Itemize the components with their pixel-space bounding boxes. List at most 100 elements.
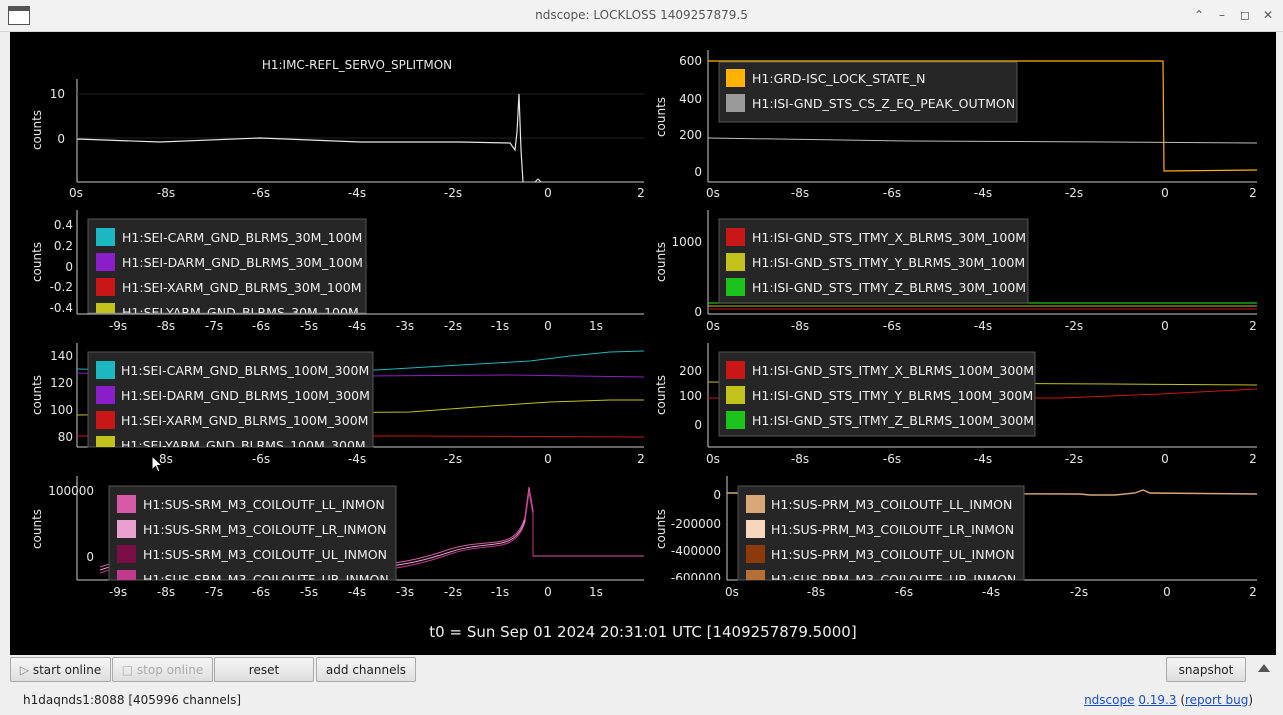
x-tick-label: -8s [807, 585, 825, 599]
x-tick-label: 0 [1161, 186, 1169, 200]
y-tick-label: 600 [679, 54, 702, 68]
legend-swatch [726, 69, 745, 87]
plot-imc-refl[interactable]: H1:IMC-REFL_SERVO_SPLITMON counts 10 0 0… [30, 58, 645, 200]
x-tick-label: -5s [300, 319, 318, 333]
maximize-icon[interactable]: ◻ [1236, 6, 1254, 24]
y-tick-label: -0.2 [50, 280, 73, 294]
x-tick-label: -2s [1065, 452, 1083, 466]
legend-label: H1:SUS-SRM_M3_COILOUTF_UL_INMON [143, 547, 387, 562]
x-tick-label: 0 [1161, 319, 1169, 333]
y-axis-label: counts [654, 97, 668, 137]
y-tick-label: 200 [679, 128, 702, 142]
x-tick-label: -2s [1065, 319, 1083, 333]
legend-swatch [746, 545, 765, 563]
stop-online-button[interactable]: □ stop online [112, 657, 213, 682]
x-tick-label: -8s [157, 585, 175, 599]
legend-swatch [96, 361, 115, 379]
x-tick-label: -9s [109, 585, 127, 599]
legend-swatch [117, 495, 136, 513]
y-tick-label: 0.4 [54, 218, 73, 232]
x-tick-label: -9s [109, 319, 127, 333]
reset-button[interactable]: reset [214, 657, 314, 682]
y-tick-label: 0 [694, 165, 702, 179]
x-tick-label: -6s [252, 452, 270, 466]
y-axis-label: counts [30, 242, 44, 282]
legend-swatch [726, 253, 745, 271]
plot-prm-coils[interactable]: counts 0 -200000 -400000 -600000 0s -8s … [654, 476, 1258, 599]
legend-swatch [96, 253, 115, 271]
legend-label: H1:ISI-GND_STS_ITMY_Z_BLRMS_30M_100M [752, 280, 1026, 295]
y-tick-label: 10 [50, 87, 65, 101]
plot-sei-100m-300m[interactable]: counts 140 120 100 80 8s -6s -4s -2s 0 2… [30, 343, 645, 466]
legend-swatch [96, 411, 115, 429]
legend-swatch [96, 436, 115, 447]
plot-isi-100m-300m[interactable]: counts 200 100 0 0s -8s -6s -4s -2s 0 2 … [654, 343, 1258, 466]
close-icon[interactable]: ✕ [1259, 6, 1277, 24]
x-tick-label: -4s [348, 186, 366, 200]
y-tick-label: -200000 [671, 517, 721, 531]
x-tick-label: 0 [1161, 452, 1169, 466]
plot-srm-coils[interactable]: counts 100000 0 -9s -8s -7s -6s -5s -4s … [30, 476, 644, 599]
x-tick-label: -8s [157, 186, 175, 200]
x-tick-label: 0 [544, 186, 552, 200]
ndscope-link[interactable]: ndscope [1084, 693, 1134, 707]
x-tick-label: -2s [444, 186, 462, 200]
y-tick-label: 100000 [48, 484, 94, 498]
x-tick-label: 0s [706, 452, 720, 466]
collapse-toolbar-icon[interactable] [1258, 664, 1270, 672]
x-tick-label: 1s [589, 319, 603, 333]
legend-swatch [726, 228, 745, 246]
plot-isi-30m-100m[interactable]: counts 1000 0 0s -8s -6s -4s -2s 0 2 H1:… [654, 210, 1257, 333]
mouse-cursor-icon [151, 455, 163, 473]
legend-swatch [96, 386, 115, 404]
x-tick-label: -1s [491, 319, 509, 333]
x-tick-label: 0s [706, 319, 720, 333]
report-bug-link[interactable]: report bug [1185, 693, 1248, 707]
x-tick-label: -7s [205, 319, 223, 333]
window-title: ndscope: LOCKLOSS 1409257879.5 [535, 8, 748, 22]
version-link[interactable]: 0.19.3 [1138, 693, 1176, 707]
keep-above-icon[interactable]: ⌃ [1190, 6, 1208, 24]
version-info: ndscope 0.19.3 (report bug) [1084, 693, 1253, 707]
legend-label: H1:SEI-YARM_GND_BLRMS_100M_300M [121, 438, 366, 453]
y-axis-label: counts [30, 509, 44, 549]
legend-swatch [726, 94, 745, 112]
legend-swatch [746, 570, 765, 580]
bottom-toolbar: ▷ start online □ stop online reset add c… [0, 655, 1283, 715]
y-tick-label: 0 [86, 550, 94, 564]
x-tick-label: -2s [1065, 186, 1083, 200]
y-tick-label: 1000 [671, 235, 702, 249]
x-tick-label: -1s [491, 585, 509, 599]
x-tick-label: -4s [348, 585, 366, 599]
x-tick-label: -4s [348, 452, 366, 466]
legend-swatch [726, 361, 745, 379]
legend-label: H1:ISI-GND_STS_CS_Z_EQ_PEAK_OUTMON [752, 96, 1015, 111]
window-titlebar: ndscope: LOCKLOSS 1409257879.5 ⌃ – ◻ ✕ [0, 0, 1283, 32]
legend-label: H1:ISI-GND_STS_ITMY_Y_BLRMS_100M_300M [752, 388, 1033, 403]
x-tick-label: -6s [883, 452, 901, 466]
legend-swatch [117, 520, 136, 538]
y-axis-label: counts [654, 242, 668, 282]
legend-label: H1:SEI-YARM_GND_BLRMS_30M_100M [122, 305, 359, 320]
y-tick-label: 0.2 [54, 239, 73, 253]
stop-online-label: stop online [136, 663, 204, 677]
minimize-icon[interactable]: – [1213, 6, 1231, 24]
add-channels-button[interactable]: add channels [316, 657, 416, 682]
plot-grid[interactable]: H1:IMC-REFL_SERVO_SPLITMON counts 10 0 0… [10, 32, 1276, 655]
y-tick-label: 140 [50, 349, 73, 363]
y-tick-label: 400 [679, 92, 702, 106]
x-tick-label: -6s [883, 186, 901, 200]
plot-sei-30m-100m[interactable]: counts 0.4 0.2 0 -0.2 -0.4 -9s -8s -7s -… [30, 210, 644, 333]
start-online-button[interactable]: ▷ start online [10, 657, 111, 682]
plot-lock-state[interactable]: counts 600 400 200 0 0s -8s -6s -4s -2s … [654, 50, 1258, 200]
legend-label: H1:SUS-SRM_M3_COILOUTF_LL_INMON [143, 497, 385, 512]
y-axis-label: counts [30, 375, 44, 415]
x-tick-label: 0 [544, 452, 552, 466]
y-tick-label: 0 [713, 488, 721, 502]
legend-label: H1:SEI-CARM_GND_BLRMS_100M_300M [121, 363, 369, 378]
snapshot-button[interactable]: snapshot [1166, 657, 1246, 682]
x-tick-label: 2 [1249, 319, 1257, 333]
legend-label: H1:SEI-DARM_GND_BLRMS_30M_100M [122, 255, 363, 270]
x-tick-label: -6s [252, 319, 270, 333]
t0-label: t0 = Sun Sep 01 2024 20:31:01 UTC [14092… [429, 623, 856, 641]
